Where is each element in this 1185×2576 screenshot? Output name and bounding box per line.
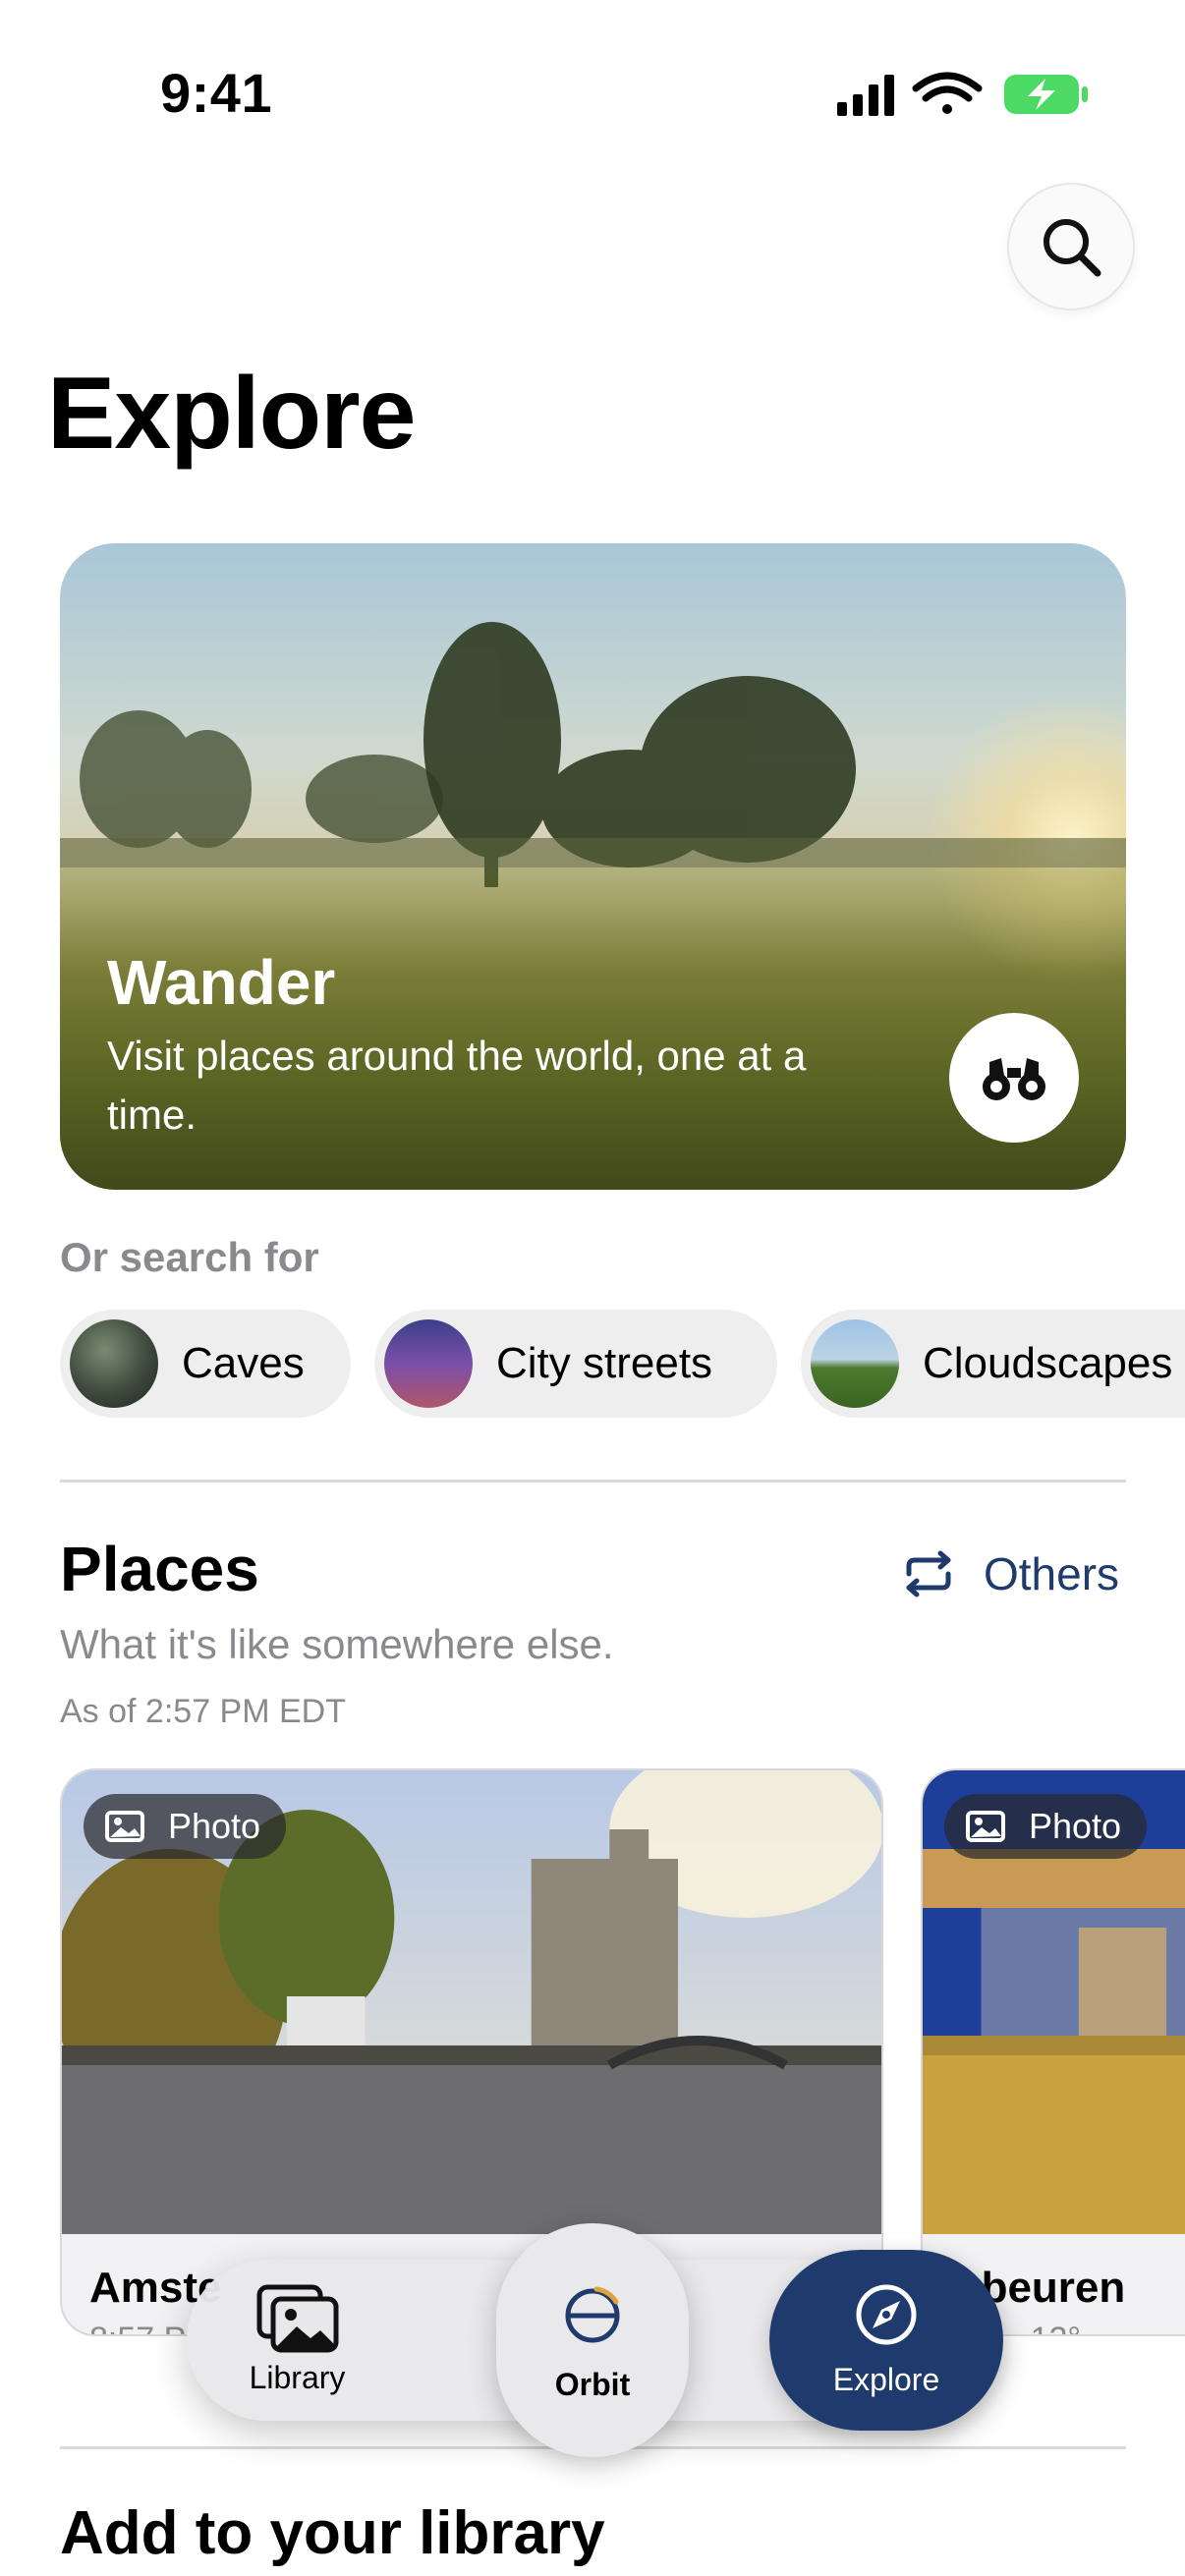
city-streets-thumbnail	[384, 1319, 473, 1408]
status-icons	[837, 72, 1088, 116]
battery-charging-icon	[1004, 75, 1088, 114]
places-timestamp: As of 2:57 PM EDT	[60, 1693, 346, 1730]
search-icon	[1044, 219, 1101, 277]
tab-library[interactable]: Library	[226, 2277, 368, 2405]
place-card[interactable]: Photo laubeuren 7 PM · 12°	[921, 1768, 1185, 2336]
wifi-icon	[912, 72, 983, 114]
search-suggestions-label: Or search for	[60, 1234, 319, 1280]
orbit-icon	[565, 2286, 620, 2343]
search-button[interactable]	[1007, 183, 1135, 310]
chip-label: Cloudscapes	[923, 1339, 1173, 1387]
photo-badge: Photo	[84, 1794, 287, 1859]
others-label: Others	[984, 1548, 1120, 1599]
others-button[interactable]: Others	[899, 1547, 1119, 1600]
chip-cloudscapes[interactable]: Cloudscapes	[801, 1310, 1185, 1418]
photo-badge-label: Photo	[168, 1806, 261, 1846]
places-title: Places	[60, 1534, 259, 1604]
chip-label: City streets	[496, 1339, 713, 1387]
add-to-library-title: Add to your library	[60, 2499, 605, 2567]
photos-icon	[256, 2284, 339, 2353]
cloudscapes-thumbnail	[811, 1319, 899, 1408]
wander-hero-card[interactable]: Wander Visit places around the world, on…	[60, 543, 1126, 1190]
chip-label: Caves	[182, 1339, 305, 1387]
section-divider	[60, 1480, 1126, 1483]
place-card[interactable]: Photo Amste 8:57 P	[60, 1768, 883, 2336]
hero-subtitle: Visit places around the world, one at a …	[107, 1033, 807, 1138]
photo-badge-label: Photo	[1029, 1806, 1122, 1846]
place-meta: 8:57 P	[89, 2321, 186, 2334]
tab-label: Explore	[832, 2362, 940, 2397]
tab-label: Orbit	[554, 2367, 631, 2402]
cellular-signal-icon	[837, 75, 894, 116]
places-subtitle: What it's like somewhere else.	[60, 1621, 614, 1667]
wander-button[interactable]	[949, 1013, 1079, 1143]
photo-icon	[105, 1811, 144, 1842]
tab-orbit[interactable]: Orbit	[496, 2223, 689, 2457]
binoculars-icon	[983, 1058, 1045, 1100]
swap-arrows-icon	[906, 1550, 951, 1597]
compass-icon	[856, 2284, 917, 2345]
tab-explore[interactable]: Explore	[769, 2250, 1003, 2431]
tab-label: Library	[249, 2360, 346, 2395]
page-title: Explore	[47, 357, 416, 471]
photo-badge: Photo	[944, 1794, 1148, 1859]
caves-thumbnail	[70, 1319, 158, 1408]
photo-icon	[966, 1811, 1005, 1842]
status-time: 9:41	[160, 62, 273, 124]
chip-city-streets[interactable]: City streets	[374, 1310, 777, 1418]
hero-title: Wander	[107, 947, 336, 1018]
chip-caves[interactable]: Caves	[60, 1310, 351, 1418]
